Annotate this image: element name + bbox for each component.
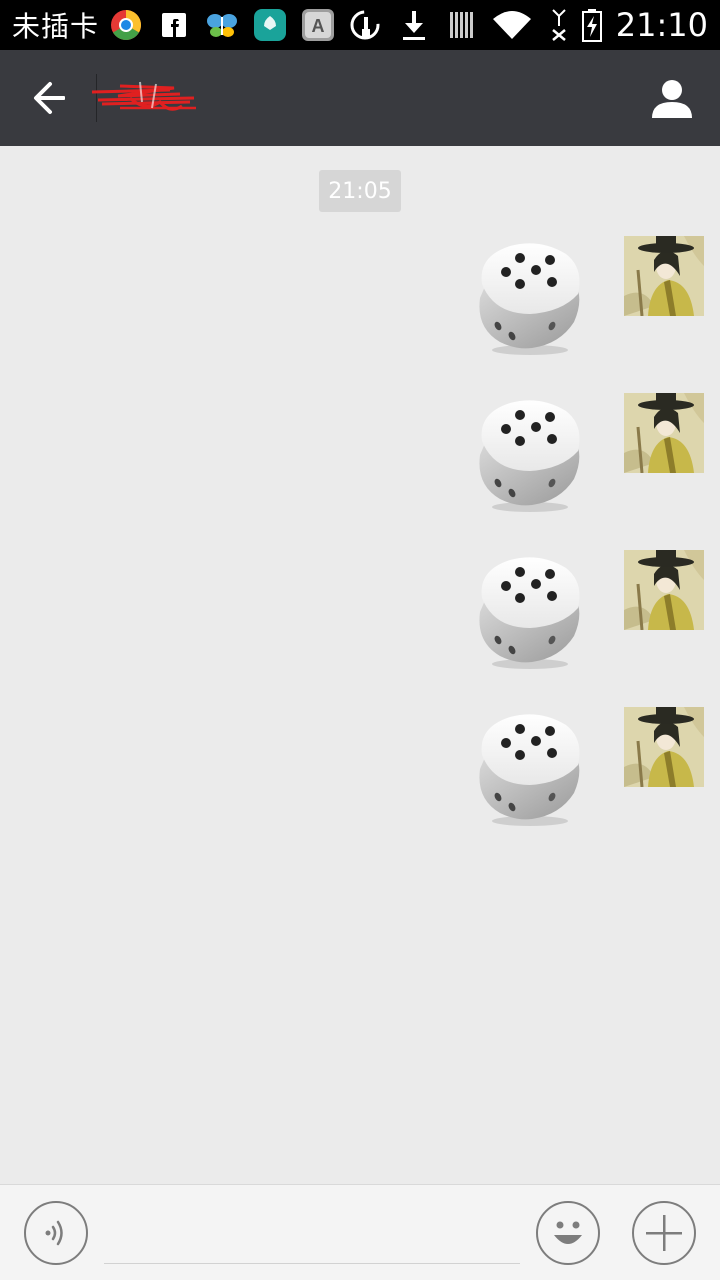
arrow-left-icon — [34, 82, 65, 114]
app-a-icon: A — [301, 8, 335, 42]
dice-icon — [479, 400, 580, 512]
svg-text:A: A — [312, 16, 325, 36]
chat-area[interactable]: 21:05 — [0, 146, 720, 1184]
huawei-icon — [253, 8, 287, 42]
message-row — [0, 707, 720, 833]
avatar[interactable] — [624, 707, 704, 787]
dice-icon — [479, 557, 580, 669]
message-row — [0, 236, 720, 362]
message-row — [0, 550, 720, 676]
plus-button[interactable] — [632, 1201, 696, 1265]
battery-charging-icon — [580, 8, 604, 42]
wifi-icon — [490, 8, 534, 42]
butterfly-wifi-icon — [205, 8, 239, 42]
chat-timestamp: 21:05 — [319, 170, 401, 212]
plus-icon — [646, 1215, 682, 1251]
dice-message[interactable] — [470, 552, 588, 670]
person-icon — [652, 80, 692, 118]
back-button[interactable] — [24, 72, 76, 124]
message-input[interactable] — [104, 1199, 520, 1261]
chrome-icon — [109, 8, 143, 42]
status-right: 21:10 — [490, 0, 708, 50]
dice-message[interactable] — [470, 709, 588, 827]
barcode-icon — [445, 8, 479, 42]
avatar[interactable] — [624, 550, 704, 630]
voice-button[interactable] — [24, 1201, 88, 1265]
download-icon — [397, 8, 431, 42]
title-bar — [0, 50, 720, 146]
dice-message[interactable] — [470, 238, 588, 356]
message-row — [0, 393, 720, 519]
emoji-button[interactable] — [536, 1201, 600, 1265]
profile-button[interactable] — [648, 74, 696, 122]
clock-clean-icon — [349, 8, 383, 42]
status-clock: 21:10 — [615, 6, 708, 44]
dice-icon — [479, 243, 580, 355]
status-bar: 未插卡 A 21:10 — [0, 0, 720, 50]
dice-message[interactable] — [470, 395, 588, 513]
avatar[interactable] — [624, 236, 704, 316]
input-bar — [0, 1184, 720, 1280]
facebook-icon — [157, 8, 191, 42]
input-underline — [104, 1263, 520, 1264]
voice-icon — [45, 1220, 63, 1246]
status-left: 未插卡 A — [12, 0, 493, 50]
title-redacted — [90, 78, 200, 122]
avatar[interactable] — [624, 393, 704, 473]
carrier-label: 未插卡 — [12, 10, 100, 43]
no-signal-icon — [548, 8, 570, 42]
dice-icon — [479, 714, 580, 826]
emoji-icon — [554, 1221, 582, 1244]
